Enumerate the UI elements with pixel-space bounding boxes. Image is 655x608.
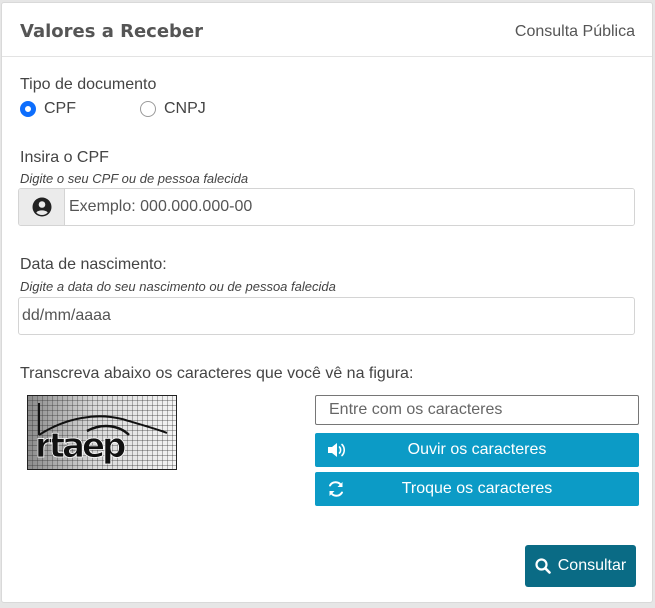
consultar-button[interactable]: Consultar xyxy=(525,545,636,587)
search-icon xyxy=(535,558,551,574)
radio-cnpj-indicator[interactable] xyxy=(140,101,156,117)
cpf-input-group xyxy=(18,188,635,226)
captcha-text: rtaep xyxy=(35,426,125,466)
radio-cnpj-label: CNPJ xyxy=(164,100,206,117)
consultar-label: Consultar xyxy=(557,557,627,574)
birth-date-input[interactable] xyxy=(18,297,635,335)
cpf-addon xyxy=(19,189,65,225)
page-subtitle: Consulta Pública xyxy=(514,23,635,40)
radio-cpf-label: CPF xyxy=(44,100,76,117)
page-title: Valores a Receber xyxy=(20,21,204,42)
cpf-label: Insira o CPF xyxy=(20,149,109,166)
radio-cpf-indicator[interactable] xyxy=(20,101,36,117)
speaker-icon xyxy=(328,443,346,457)
birth-date-label: Data de nascimento: xyxy=(20,256,167,273)
card-header: Valores a Receber Consulta Pública xyxy=(2,3,652,57)
cpf-hint: Digite o seu CPF ou de pessoa falecida xyxy=(20,171,249,186)
listen-captcha-label: Ouvir os caracteres xyxy=(407,441,547,458)
listen-captcha-button[interactable]: Ouvir os caracteres xyxy=(315,433,639,467)
user-circle-icon xyxy=(32,197,51,217)
cpf-input[interactable] xyxy=(65,189,634,225)
birth-date-hint: Digite a data do seu nascimento ou de pe… xyxy=(20,279,336,294)
refresh-captcha-button[interactable]: Troque os caracteres xyxy=(315,472,639,506)
document-type-label: Tipo de documento xyxy=(20,76,157,93)
captcha-input[interactable] xyxy=(315,395,639,425)
refresh-icon xyxy=(329,481,343,497)
radio-cpf[interactable]: CPF xyxy=(20,100,76,118)
refresh-captcha-label: Troque os caracteres xyxy=(401,480,553,497)
radio-cnpj[interactable]: CNPJ xyxy=(140,100,206,118)
captcha-instruction: Transcreva abaixo os caracteres que você… xyxy=(20,365,414,382)
captcha-image: rtaep xyxy=(27,395,177,470)
